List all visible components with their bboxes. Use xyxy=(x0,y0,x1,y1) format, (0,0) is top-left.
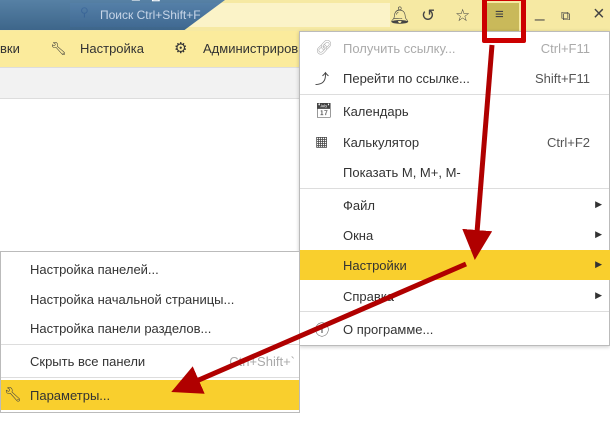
bell-icon[interactable]: 🔔︎ xyxy=(389,6,411,26)
wrench-icon: 🔧︎ xyxy=(4,386,22,402)
menu-item-settings[interactable]: Настройки ▶ xyxy=(300,250,610,280)
divider xyxy=(300,311,609,312)
menu-item-windows[interactable]: Окна ▶ xyxy=(300,220,610,250)
chevron-right-icon: ▶ xyxy=(595,229,602,239)
menu-item-get-link[interactable]: 🔗︎ Получить ссылку... Ctrl+F11 xyxy=(300,33,610,63)
search-placeholder[interactable]: Поиск Ctrl+Shift+F xyxy=(100,8,201,22)
menu-item-help[interactable]: Справка ▶ xyxy=(300,281,610,311)
bg-close-button[interactable]: × xyxy=(175,0,183,4)
chevron-right-icon: ▶ xyxy=(595,290,602,300)
close-button[interactable]: × xyxy=(593,3,605,26)
calculator-icon: ▦ xyxy=(315,133,329,149)
toolbar-item[interactable]: вки xyxy=(0,41,20,56)
divider xyxy=(1,377,299,378)
menu-item-show-m[interactable]: Показать М, М+, М- xyxy=(300,157,610,187)
link-icon: 🔗︎ xyxy=(315,39,333,55)
toolbar-item-admin[interactable]: Администриров xyxy=(203,41,298,56)
follow-link-icon: ⤴ xyxy=(315,71,329,87)
chevron-right-icon: ▶ xyxy=(595,259,602,269)
bg-restore-button[interactable]: ⧉ xyxy=(150,0,160,5)
settings-submenu: Настройка панелей... Настройка начальной… xyxy=(0,251,300,413)
chevron-right-icon: ▶ xyxy=(595,199,602,209)
menu-item-calculator[interactable]: ▦ Калькулятор Ctrl+F2 xyxy=(300,127,610,157)
menu-item-about[interactable]: ⓘ О программе... xyxy=(300,314,610,344)
divider xyxy=(1,344,299,345)
menu-item-follow-link[interactable]: ⤴ Перейти по ссылке... Shift+F11 xyxy=(300,63,610,93)
divider xyxy=(300,94,609,95)
menu-item-file[interactable]: Файл ▶ xyxy=(300,190,610,220)
main-menu: 🔗︎ Получить ссылку... Ctrl+F11 ⤴ Перейти по… xyxy=(299,31,610,346)
annotation-highlight-box xyxy=(482,0,526,43)
submenu-item-parameters[interactable]: 🔧︎ Параметры... xyxy=(1,380,299,410)
toolbar-item-settings[interactable]: Настройка xyxy=(80,41,144,56)
calendar-icon: 📅︎ xyxy=(315,102,333,118)
star-icon[interactable]: ☆ xyxy=(455,6,470,26)
menu-item-calendar[interactable]: 📅︎ Календарь xyxy=(300,96,610,126)
restore-button[interactable]: ⧉ xyxy=(561,8,570,24)
submenu-item-start-page[interactable]: Настройка начальной страницы... xyxy=(1,284,299,314)
submenu-item-panels[interactable]: Настройка панелей... xyxy=(1,254,299,284)
submenu-item-hide-panels[interactable]: Скрыть все панели Ctrl+Shift+` xyxy=(1,346,299,376)
minimize-button[interactable]: _ xyxy=(535,2,544,22)
divider xyxy=(300,188,609,189)
submenu-item-sections-panel[interactable]: Настройка панели разделов... xyxy=(1,313,299,343)
wrench-icon: 🔧︎ xyxy=(50,41,67,56)
info-icon: ⓘ xyxy=(315,322,329,338)
gear-icon: ⚙ xyxy=(174,40,188,57)
bg-minimize-button[interactable]: _ xyxy=(132,0,140,2)
history-icon[interactable]: ↺ xyxy=(421,6,435,26)
